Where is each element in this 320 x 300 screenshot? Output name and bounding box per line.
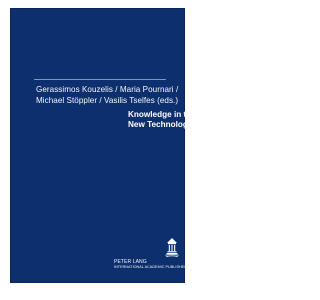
- publisher-subtitle: INTERNATIONAL ACADEMIC PUBLISHERS: [114, 265, 190, 269]
- book-title-line-1: Knowledge in the: [128, 110, 196, 119]
- temple-icon: [164, 237, 180, 259]
- book-title: Knowledge in the New Technologies: [128, 110, 200, 130]
- editors-line-1: Gerassimos Kouzelis / Maria Pournari /: [36, 85, 179, 94]
- book-cover: Gerassimos Kouzelis / Maria Pournari / M…: [0, 0, 200, 300]
- cover-panel: Gerassimos Kouzelis / Maria Pournari / M…: [10, 8, 199, 283]
- editors-line-2: Michael Stöppler / Vasilis Tselfes (eds.…: [36, 96, 179, 105]
- cover-rule: [34, 79, 166, 80]
- book-title-line-2: New Technologies: [128, 120, 200, 129]
- editors-block: Gerassimos Kouzelis / Maria Pournari / M…: [36, 84, 179, 106]
